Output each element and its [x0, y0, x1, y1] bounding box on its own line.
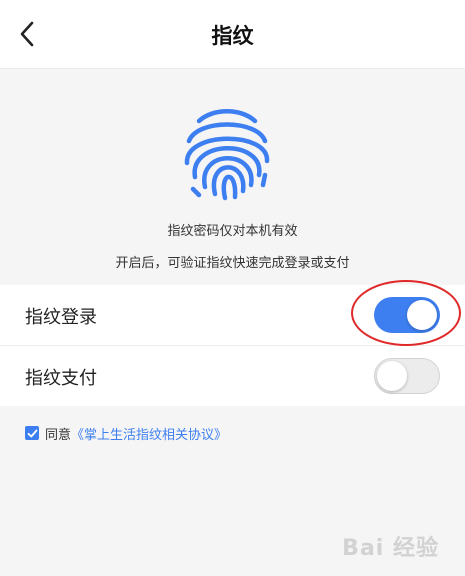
checkmark-icon [27, 429, 37, 437]
agreement-checkbox[interactable] [25, 426, 39, 440]
hero-description-2: 开启后，可验证指纹快速完成登录或支付 [115, 256, 350, 271]
fingerprint-pay-toggle[interactable] [374, 358, 440, 394]
page-title: 指纹 [211, 24, 254, 48]
toggle-knob [407, 300, 437, 330]
setting-row-fingerprint-login: 指纹登录 [0, 285, 465, 346]
fingerprint-icon [177, 103, 277, 203]
agreement-prefix: 同意 [45, 427, 72, 443]
fingerprint-login-toggle[interactable] [374, 297, 440, 333]
agreement-row: 同意 《掌上生活指纹相关协议》 [25, 424, 227, 443]
hero-description-1: 指纹密码仅对本机有效 [167, 224, 298, 239]
header-bar: 指纹 [0, 0, 465, 69]
toggle-knob [377, 361, 407, 391]
fingerprint-pay-label: 指纹支付 [25, 368, 97, 389]
fingerprint-login-label: 指纹登录 [25, 307, 97, 328]
agreement-link[interactable]: 《掌上生活指纹相关协议》 [71, 424, 227, 443]
watermark: Bai 经验 [342, 536, 439, 561]
setting-row-fingerprint-pay: 指纹支付 [0, 346, 465, 406]
